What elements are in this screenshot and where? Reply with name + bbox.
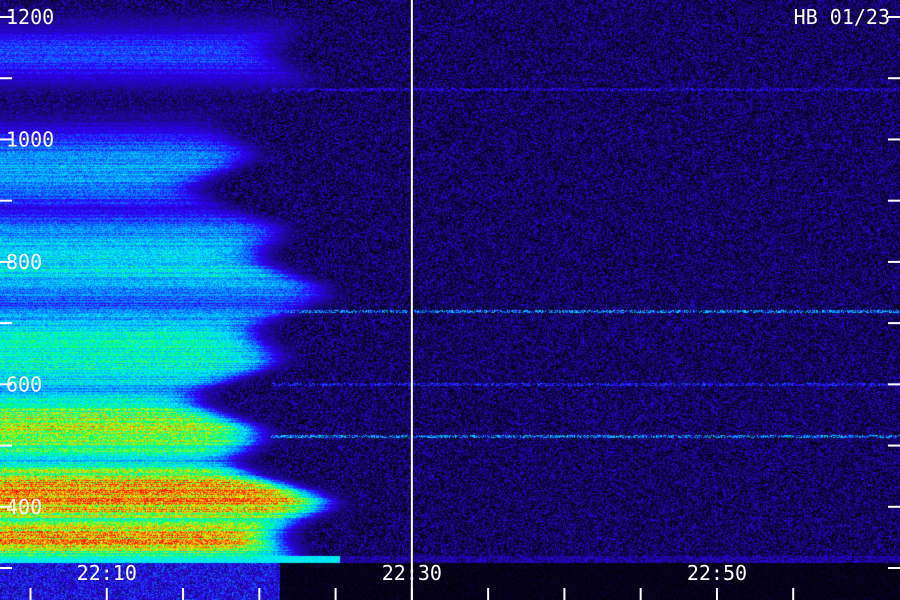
- x-tick-label: 22:10: [77, 561, 137, 585]
- y-tick-label: 1000: [6, 127, 54, 151]
- spectrogram-chart: 1200 1000 800 600 400 22:10 22:30 22:50 HB 01/…: [0, 0, 900, 600]
- y-tick-label: 400: [6, 495, 42, 519]
- x-tick-label: 22:50: [687, 561, 747, 585]
- x-axis-labels: 22:10 22:30 22:50: [77, 561, 747, 585]
- tick-marks: [0, 16, 900, 600]
- x-tick-label: 22:30: [382, 561, 442, 585]
- y-tick-label: 1200: [6, 5, 54, 29]
- y-tick-label: 600: [6, 372, 42, 396]
- corner-label: HB 01/23: [794, 5, 890, 29]
- y-axis-labels: 1200 1000 800 600 400: [6, 5, 54, 519]
- chart-overlay: 1200 1000 800 600 400 22:10 22:30 22:50 HB 01/…: [0, 0, 900, 600]
- y-tick-label: 800: [6, 250, 42, 274]
